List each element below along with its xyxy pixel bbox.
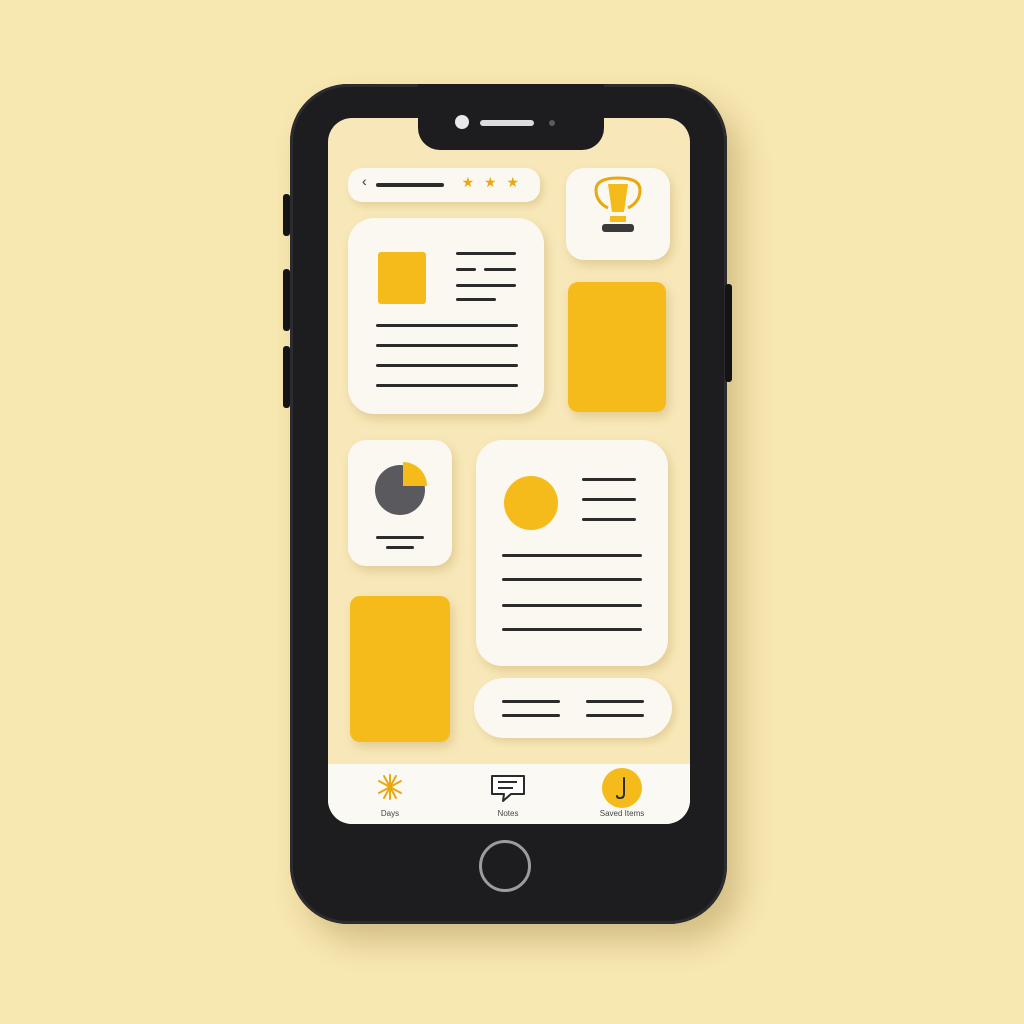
sensor-icon: [549, 120, 555, 126]
action-pill[interactable]: [474, 678, 672, 738]
document-card-1[interactable]: [348, 218, 544, 414]
tab-label: Saved Items: [599, 809, 645, 818]
trophy-icon: [594, 176, 642, 232]
camera-icon: [455, 115, 469, 129]
text-line: [582, 498, 636, 501]
message-icon: [491, 775, 525, 802]
text-line: [386, 546, 414, 549]
profile-card[interactable]: [476, 440, 668, 666]
text-line: [582, 518, 636, 521]
yellow-tile-1[interactable]: [568, 282, 666, 412]
pie-chart-icon: [375, 462, 427, 515]
phone-screen: ‹ ★ ★ ★ Days Notes Saved Items: [328, 118, 690, 824]
text-line: [502, 700, 560, 703]
header-title-placeholder: [376, 183, 444, 187]
chart-card[interactable]: [348, 440, 452, 566]
avatar: [504, 476, 558, 530]
tab-saved-items[interactable]: Saved Items: [572, 764, 672, 824]
rating-stars: ★ ★ ★: [461, 174, 522, 190]
text-line: [502, 628, 642, 631]
tab-label: Notes: [497, 809, 519, 818]
thumbnail-square: [378, 252, 426, 304]
text-line: [502, 578, 642, 581]
text-line: [502, 714, 560, 717]
text-line: [582, 478, 636, 481]
text-line: [502, 554, 642, 557]
text-line: [456, 252, 516, 255]
text-line: [376, 384, 518, 387]
text-line: [484, 268, 516, 271]
volume-down-button[interactable]: [283, 346, 290, 408]
text-line: [376, 364, 518, 367]
text-line: [502, 604, 642, 607]
text-line: [376, 344, 518, 347]
home-button[interactable]: [479, 840, 531, 892]
text-line: [456, 298, 496, 301]
tab-bar: Days Notes Saved Items: [328, 764, 690, 824]
trophy-card[interactable]: [566, 168, 670, 260]
speaker-icon: [480, 120, 534, 126]
chevron-left-icon[interactable]: ‹: [362, 173, 367, 189]
phone-frame: ‹ ★ ★ ★ Days Notes Saved Items: [283, 84, 732, 924]
music-note-icon: [602, 768, 642, 808]
tab-notes[interactable]: Notes: [458, 764, 558, 824]
yellow-tile-2[interactable]: [350, 596, 450, 742]
text-line: [456, 284, 516, 287]
asterisk-icon: [378, 774, 402, 800]
text-line: [586, 700, 644, 703]
notch: [418, 84, 604, 150]
power-button[interactable]: [725, 284, 732, 382]
volume-up-button[interactable]: [283, 269, 290, 331]
tab-label: Days: [380, 809, 400, 818]
text-line: [376, 536, 424, 539]
text-line: [376, 324, 518, 327]
tab-days[interactable]: Days: [340, 764, 440, 824]
mute-switch[interactable]: [283, 194, 290, 236]
text-line: [586, 714, 644, 717]
text-line: [456, 268, 476, 271]
rating-header[interactable]: ‹ ★ ★ ★: [348, 168, 540, 202]
